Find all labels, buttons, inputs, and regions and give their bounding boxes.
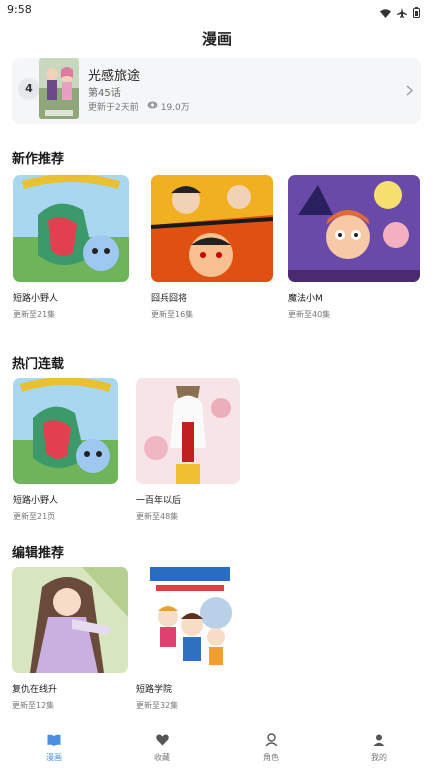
comic-card[interactable]: 短路小野人 更新至21页 [13,378,118,522]
status-icons [380,3,420,22]
comic-title: 短路小野人 [13,496,59,506]
heart-icon [155,731,169,750]
tab-label: 我的 [371,753,387,762]
recent-meta: 更新于2天前 19.0万 [88,100,190,113]
comic-cover [136,378,240,484]
user-icon [373,731,385,750]
tab-comics[interactable]: 漫画 [0,731,108,763]
recent-reading-card[interactable]: 4 光感旅途 第45话 更新于2天前 19.0万 [12,58,421,124]
recent-updated: 更新于2天前 [88,103,139,113]
comic-card[interactable]: 短路小野人 更新至21集 [13,175,129,320]
recent-views: 19.0万 [147,100,190,113]
comic-card[interactable]: 魔法小M 更新至40集 [288,175,420,320]
comic-cover [288,175,420,282]
comic-cover [151,175,273,282]
character-icon [264,731,278,750]
comic-cover [13,175,129,282]
battery-icon [413,3,420,22]
comic-update: 更新至40集 [288,310,331,319]
comic-title: 囧兵囧将 [151,294,188,304]
comic-card[interactable]: 囧兵囧将 更新至16集 [151,175,273,320]
chevron-right-icon [406,81,413,100]
comic-update: 更新至21页 [13,512,56,521]
tab-favorites[interactable]: 收藏 [108,731,216,763]
comic-title: 一百年以后 [136,496,182,506]
comic-cover [136,567,244,673]
tab-me[interactable]: 我的 [325,731,433,763]
comic-title: 复仇在线升 [12,685,58,695]
status-time: 9:58 [7,3,32,16]
section-title-editor: 编辑推荐 [12,546,65,561]
section-title-new: 新作推荐 [12,152,65,167]
tab-label: 漫画 [46,753,62,762]
status-bar: 9:58 [0,0,434,20]
comic-title: 短路学院 [136,685,173,695]
recent-cover-image [39,58,79,119]
comic-update: 更新至12集 [12,701,55,710]
comic-update: 更新至32集 [136,701,179,710]
comic-title: 魔法小M [288,294,323,304]
comic-cover [13,378,118,484]
page-title: 漫画 [201,30,232,48]
comic-card[interactable]: 一百年以后 更新至48集 [136,378,240,522]
tab-label: 收藏 [154,753,170,762]
recent-comic-name: 光感旅途 [88,69,141,84]
comic-card[interactable]: 复仇在线升 更新至12集 [12,567,128,711]
recent-episode: 第45话 [88,88,121,99]
comic-card[interactable]: 短路学院 更新至32集 [136,567,244,711]
comic-cover [12,567,128,673]
tab-label: 角色 [263,753,279,762]
comic-update: 更新至21集 [13,310,56,319]
book-icon [47,731,61,750]
section-title-hot: 热门连载 [12,357,65,372]
comic-update: 更新至16集 [151,310,194,319]
wifi-icon [380,3,391,22]
comic-update: 更新至48集 [136,512,179,521]
comic-title: 短路小野人 [13,294,59,304]
eye-icon [147,101,158,112]
airplane-icon [397,3,407,22]
recent-views-count: 19.0万 [160,103,190,113]
rank-badge: 4 [18,78,40,100]
bottom-tab-bar: 漫画 收藏 角色 我的 [0,723,434,772]
tab-characters[interactable]: 角色 [217,731,325,763]
